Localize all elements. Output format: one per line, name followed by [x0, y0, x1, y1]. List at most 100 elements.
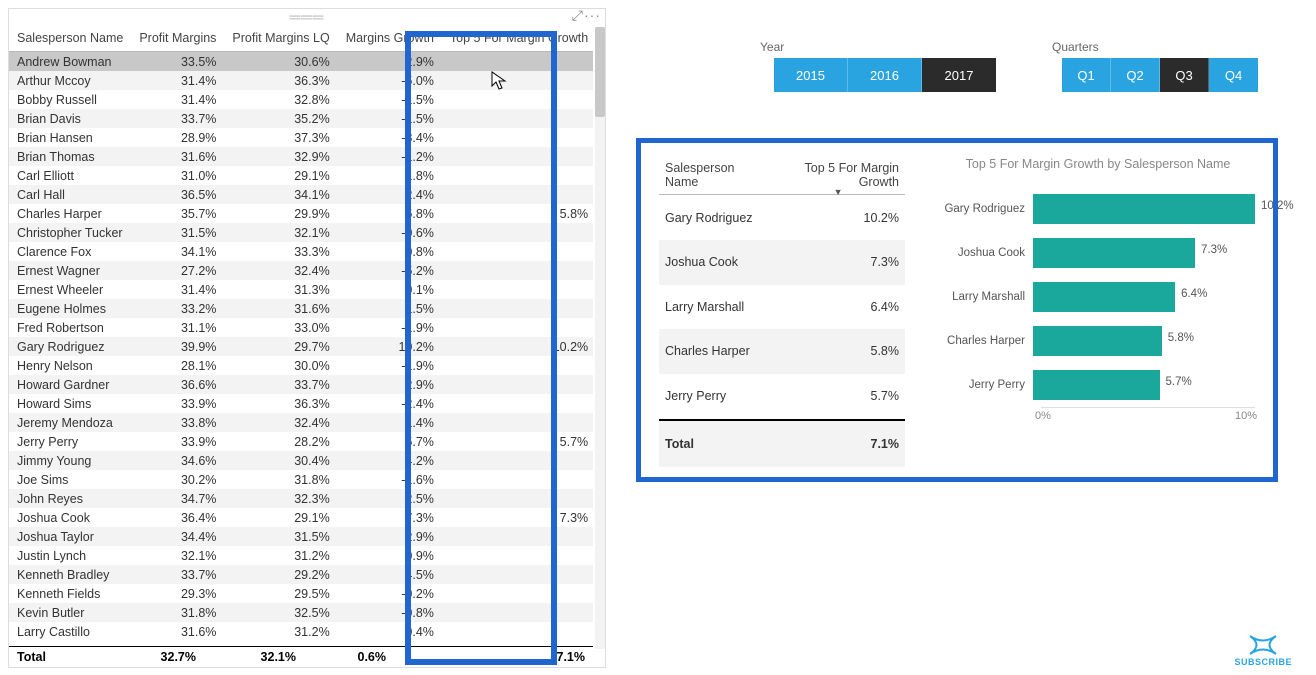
table-row[interactable]: Joshua Cook36.4%29.1%7.3%7.3%	[9, 508, 593, 527]
top5-total-row: Total7.1%	[659, 420, 905, 467]
table-row[interactable]: Fred Robertson31.1%33.0%-1.9%	[9, 318, 593, 337]
table-header-row: Salesperson NameProfit MarginsProfit Mar…	[9, 27, 593, 52]
col-header[interactable]: Margins Growth	[338, 27, 442, 52]
table-row[interactable]: Christopher Tucker31.5%32.1%-0.6%	[9, 223, 593, 242]
top5-row[interactable]: Larry Marshall6.4%	[659, 285, 905, 329]
year-button-2017[interactable]: 2017	[922, 58, 996, 92]
top5-header-name[interactable]: Salesperson Name	[659, 157, 771, 195]
cell-value: 0.1%	[338, 280, 442, 299]
cell-name: Kenneth Fields	[9, 584, 131, 603]
cell-value: 39.9%	[131, 337, 224, 356]
bar-label: Jerry Perry	[941, 379, 1033, 391]
totals-lq: 32.1%	[204, 647, 304, 667]
cell-value	[442, 565, 593, 584]
cell-value	[442, 128, 593, 147]
cell-name: Kevin Butler	[9, 603, 131, 622]
table-row[interactable]: Brian Davis33.7%35.2%-1.5%	[9, 109, 593, 128]
bar-row[interactable]: Jerry Perry5.7%	[941, 363, 1255, 407]
top5-header-value[interactable]: Top 5 For Margin Growth ▼	[771, 157, 905, 195]
table-row[interactable]: Brian Hansen28.9%37.3%-8.4%	[9, 128, 593, 147]
table-row[interactable]: Jimmy Young34.6%30.4%4.2%	[9, 451, 593, 470]
cell-value	[442, 318, 593, 337]
top5-row[interactable]: Gary Rodriguez10.2%	[659, 195, 905, 241]
table-row[interactable]: Bobby Russell31.4%32.8%-1.5%	[9, 90, 593, 109]
cell-name: Joshua Cook	[9, 508, 131, 527]
col-header[interactable]: Profit Margins LQ	[224, 27, 337, 52]
table-row[interactable]: Ernest Wheeler31.4%31.3%0.1%	[9, 280, 593, 299]
cell-value: 36.5%	[131, 185, 224, 204]
table-row[interactable]: Clarence Fox34.1%33.3%0.8%	[9, 242, 593, 261]
top5-row[interactable]: Joshua Cook7.3%	[659, 240, 905, 284]
cell-value: 29.5%	[224, 584, 337, 603]
bar-row[interactable]: Joshua Cook7.3%	[941, 231, 1255, 275]
cell-value: 31.2%	[224, 622, 337, 641]
bar-row[interactable]: Gary Rodriguez10.2%	[941, 187, 1255, 231]
table-row[interactable]: John Reyes34.7%32.3%2.5%	[9, 489, 593, 508]
col-header[interactable]: Profit Margins	[131, 27, 224, 52]
quarter-button-q1[interactable]: Q1	[1062, 58, 1111, 92]
dna-icon	[1248, 634, 1278, 656]
table-row[interactable]: Jerry Perry33.9%28.2%5.7%5.7%	[9, 432, 593, 451]
table-row[interactable]: Arthur Mccoy31.4%36.3%-5.0%	[9, 71, 593, 90]
table-row[interactable]: Brian Thomas31.6%32.9%-1.2%	[9, 147, 593, 166]
table-row[interactable]: Howard Gardner36.6%33.7%2.9%	[9, 375, 593, 394]
cell-value: 6.4%	[771, 285, 905, 329]
top5-row[interactable]: Jerry Perry5.7%	[659, 374, 905, 421]
table-row[interactable]: Kenneth Fields29.3%29.5%-0.2%	[9, 584, 593, 603]
table-row[interactable]: Henry Nelson28.1%30.0%-1.9%	[9, 356, 593, 375]
table-row[interactable]: Howard Sims33.9%36.3%-2.4%	[9, 394, 593, 413]
table-row[interactable]: Carl Elliott31.0%29.1%1.8%	[9, 166, 593, 185]
bar-row[interactable]: Larry Marshall6.4%	[941, 275, 1255, 319]
cell-value	[442, 90, 593, 109]
quarter-button-q2[interactable]: Q2	[1111, 58, 1160, 92]
focus-mode-icon[interactable]: ⤢	[572, 7, 583, 24]
cell-name: Joshua Taylor	[9, 527, 131, 546]
matrix-visual[interactable]: ═══ ⤢ ··· Salesperson NameProfit Margins…	[8, 8, 606, 668]
table-row[interactable]: Jeremy Mendoza33.8%32.4%1.4%	[9, 413, 593, 432]
col-header[interactable]: Salesperson Name	[9, 27, 131, 52]
table-row[interactable]: Andrew Bowman33.5%30.6%2.9%	[9, 52, 593, 72]
col-header[interactable]: Top 5 For Margin Growth	[442, 27, 593, 52]
top5-bar-chart[interactable]: Top 5 For Margin Growth by Salesperson N…	[905, 157, 1255, 467]
top5-row[interactable]: Charles Harper5.8%	[659, 329, 905, 373]
table-row[interactable]: Ernest Wagner27.2%32.4%-5.2%	[9, 261, 593, 280]
cell-value: 0.9%	[338, 546, 442, 565]
cell-name: Brian Davis	[9, 109, 131, 128]
table-row[interactable]: Larry Castillo31.6%31.2%0.4%	[9, 622, 593, 641]
table-row[interactable]: Kevin Butler31.8%32.5%-0.8%	[9, 603, 593, 622]
bar-label: Larry Marshall	[941, 291, 1033, 303]
more-options-icon[interactable]: ···	[584, 7, 601, 23]
cell-value: 33.7%	[131, 109, 224, 128]
cell-value: 31.5%	[131, 223, 224, 242]
cell-name: Jerry Perry	[9, 432, 131, 451]
bar-row[interactable]: Charles Harper5.8%	[941, 319, 1255, 363]
table-row[interactable]: Justin Lynch32.1%31.2%0.9%	[9, 546, 593, 565]
table-row[interactable]: Gary Rodriguez39.9%29.7%10.2%10.2%	[9, 337, 593, 356]
table-row[interactable]: Charles Harper35.7%29.9%5.8%5.8%	[9, 204, 593, 223]
cell-value: -1.9%	[338, 318, 442, 337]
cell-value: 34.1%	[131, 242, 224, 261]
table-row[interactable]: Joe Sims30.2%31.8%-1.6%	[9, 470, 593, 489]
quarter-button-q4[interactable]: Q4	[1209, 58, 1258, 92]
year-button-2016[interactable]: 2016	[848, 58, 922, 92]
cell-name: Jimmy Young	[9, 451, 131, 470]
totals-label: Total	[659, 420, 771, 467]
bar-label: Charles Harper	[941, 335, 1033, 347]
subscribe-badge[interactable]: SUBSCRIBE	[1234, 634, 1292, 667]
quarter-button-q3[interactable]: Q3	[1160, 58, 1209, 92]
cell-value: -2.4%	[338, 394, 442, 413]
top5-table[interactable]: Salesperson Name Top 5 For Margin Growth…	[659, 157, 905, 467]
cell-name: Clarence Fox	[9, 242, 131, 261]
scrollbar-track[interactable]	[595, 27, 605, 649]
scrollbar-thumb[interactable]	[595, 27, 605, 117]
table-row[interactable]: Kenneth Bradley33.7%29.2%4.5%	[9, 565, 593, 584]
drag-handle-icon[interactable]: ═══	[9, 9, 605, 23]
table-row[interactable]: Joshua Taylor34.4%31.5%2.9%	[9, 527, 593, 546]
year-button-2015[interactable]: 2015	[774, 58, 848, 92]
cell-value: 0.4%	[338, 622, 442, 641]
cell-value: 33.5%	[131, 52, 224, 72]
table-row[interactable]: Carl Hall36.5%34.1%2.4%	[9, 185, 593, 204]
cell-value: 0.8%	[338, 242, 442, 261]
cell-value	[442, 603, 593, 622]
table-row[interactable]: Eugene Holmes33.2%31.6%1.5%	[9, 299, 593, 318]
